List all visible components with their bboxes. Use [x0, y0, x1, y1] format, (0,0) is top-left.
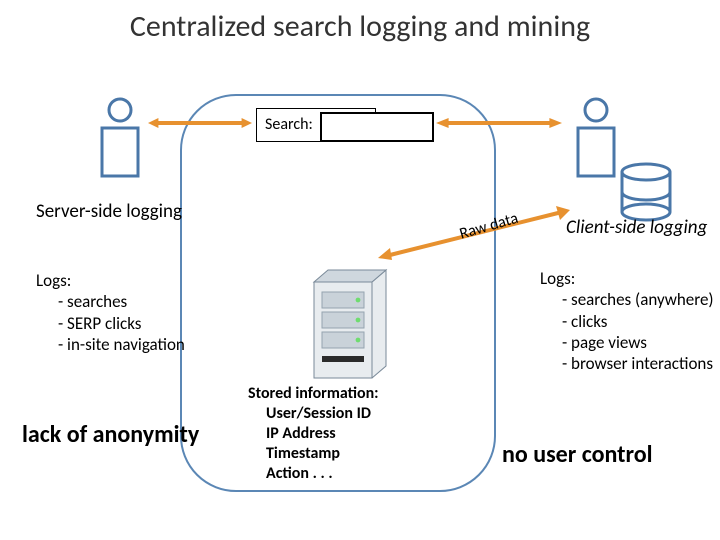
person-right-icon: [568, 96, 624, 186]
stored-info-block: Stored information: User/Session ID IP A…: [248, 384, 379, 484]
person-left-icon: [92, 96, 148, 186]
arrow-right-icon: [436, 116, 562, 130]
stored-info-heading: Stored information:: [248, 384, 379, 404]
logs-label: Logs:: [36, 270, 185, 291]
list-item: - browser interactions: [540, 353, 714, 374]
server-icon: [300, 264, 400, 389]
server-side-heading: Server-side logging: [36, 200, 182, 223]
client-side-logs: Logs: - searches (anywhere) - clicks - p…: [540, 268, 714, 374]
list-item: User/Session ID: [248, 404, 379, 424]
list-item: Action . . .: [248, 464, 379, 484]
search-label: Search:: [265, 115, 313, 134]
list-item: - in-site navigation: [36, 334, 185, 355]
list-item: - searches (anywhere): [540, 289, 714, 310]
arrow-left-icon: [148, 116, 252, 130]
list-item: IP Address: [248, 424, 379, 444]
server-side-logs: Logs: - searches - SERP clicks - in-site…: [36, 270, 185, 355]
list-item: - searches: [36, 291, 185, 312]
list-item: - page views: [540, 332, 714, 353]
client-side-heading: Client-side logging: [566, 216, 707, 239]
slide-title: Centralized search logging and mining: [0, 8, 720, 45]
list-item: - SERP clicks: [36, 313, 185, 334]
list-item: Timestamp: [248, 444, 379, 464]
search-input-box[interactable]: [320, 112, 434, 142]
server-side-drawback: lack of anonymity: [22, 420, 199, 449]
list-item: - clicks: [540, 311, 714, 332]
client-side-drawback: no user control: [502, 440, 653, 469]
logs-label: Logs:: [540, 268, 714, 289]
